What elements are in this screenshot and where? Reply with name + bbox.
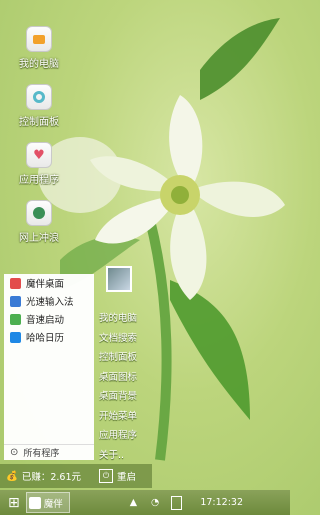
pinned-item-label: 魔伴桌面 — [26, 279, 65, 290]
taskbar: ⊞ 魔伴 ▲ ◔ 17:12:32 — [0, 490, 290, 515]
browser-icon — [26, 200, 52, 226]
arrow-right-icon: ⊙ — [10, 447, 19, 458]
wifi-icon[interactable]: ◔ — [151, 497, 159, 508]
moban-task-icon — [28, 496, 41, 509]
tray-up-arrow-icon[interactable]: ▲ — [130, 497, 137, 508]
pinned-item-label: 光速输入法 — [26, 297, 74, 308]
link-desktop-icons[interactable]: 桌面图标 — [96, 369, 150, 389]
link-control-panel[interactable]: 控制面板 — [96, 349, 150, 369]
desktop-icon-label: 我的电脑 — [19, 59, 59, 70]
desktop-icon-browser[interactable]: 网上冲浪 — [4, 200, 74, 244]
mobanzhuomian-icon — [10, 277, 21, 289]
taskbar-clock[interactable]: 17:12:32 — [200, 497, 243, 508]
link-desktop-background[interactable]: 桌面背景 — [96, 388, 150, 408]
all-programs-label: 所有程序 — [23, 449, 60, 459]
pinned-item-mobanzhuomian[interactable]: 魔伴桌面 — [4, 274, 94, 292]
user-avatar[interactable] — [106, 266, 132, 292]
power-icon: ⏻ — [99, 469, 113, 483]
link-my-computer[interactable]: 我的电脑 — [96, 310, 150, 330]
desktop-icon-control-panel[interactable]: 控制面板 — [4, 84, 74, 128]
link-document-search[interactable]: 文档搜索 — [96, 330, 150, 350]
link-applications[interactable]: 应用程序 — [96, 427, 150, 447]
pinned-item-label: 哈哈日历 — [26, 333, 65, 344]
pinned-item-launcher[interactable]: 音速启动 — [4, 310, 94, 328]
v-launcher-icon — [10, 313, 21, 325]
restart-button[interactable]: 重启 — [117, 469, 136, 483]
battery-icon[interactable] — [171, 495, 183, 510]
pinned-item-input-method[interactable]: 光速输入法 — [4, 292, 94, 310]
desktop-icon-apps[interactable]: ♥ 应用程序 — [4, 142, 74, 186]
money-bag-icon: 💰 — [6, 470, 18, 482]
computer-icon — [26, 26, 52, 52]
pinned-item-calendar[interactable]: 哈哈日历 — [4, 328, 94, 346]
link-start-menu[interactable]: 开始菜单 — [96, 408, 150, 428]
control-panel-icon — [26, 84, 52, 110]
start-button[interactable]: ⊞ — [8, 495, 20, 511]
earned-amount: 已赚：2.61元 — [21, 472, 81, 483]
apps-heart-icon: ♥ — [26, 142, 52, 168]
start-menu-footer: 💰 已赚：2.61元 ⏻ 重启 — [0, 464, 152, 488]
start-menu: 魔伴桌面 光速输入法 音速启动 哈哈日历 ⊙ 所有程序 我的电脑 文档搜索 控制… — [0, 266, 152, 490]
taskbar-item-label: 魔伴 — [43, 498, 63, 510]
all-programs-button[interactable]: ⊙ 所有程序 — [4, 444, 94, 460]
input-method-icon — [10, 295, 21, 307]
calendar-icon — [10, 331, 21, 343]
pinned-item-label: 音速启动 — [26, 315, 65, 326]
start-menu-pinned-panel: 魔伴桌面 光速输入法 音速启动 哈哈日历 ⊙ 所有程序 — [4, 274, 94, 460]
taskbar-item-moban[interactable]: 魔伴 — [25, 492, 70, 513]
start-menu-links: 我的电脑 文档搜索 控制面板 桌面图标 桌面背景 开始菜单 应用程序 关于.. — [96, 310, 150, 466]
desktop-icon-label: 网上冲浪 — [19, 233, 59, 244]
desktop-icon-label: 应用程序 — [19, 175, 59, 186]
desktop-icon-label: 控制面板 — [19, 117, 59, 128]
desktop-icon-my-computer[interactable]: 我的电脑 — [4, 26, 74, 70]
